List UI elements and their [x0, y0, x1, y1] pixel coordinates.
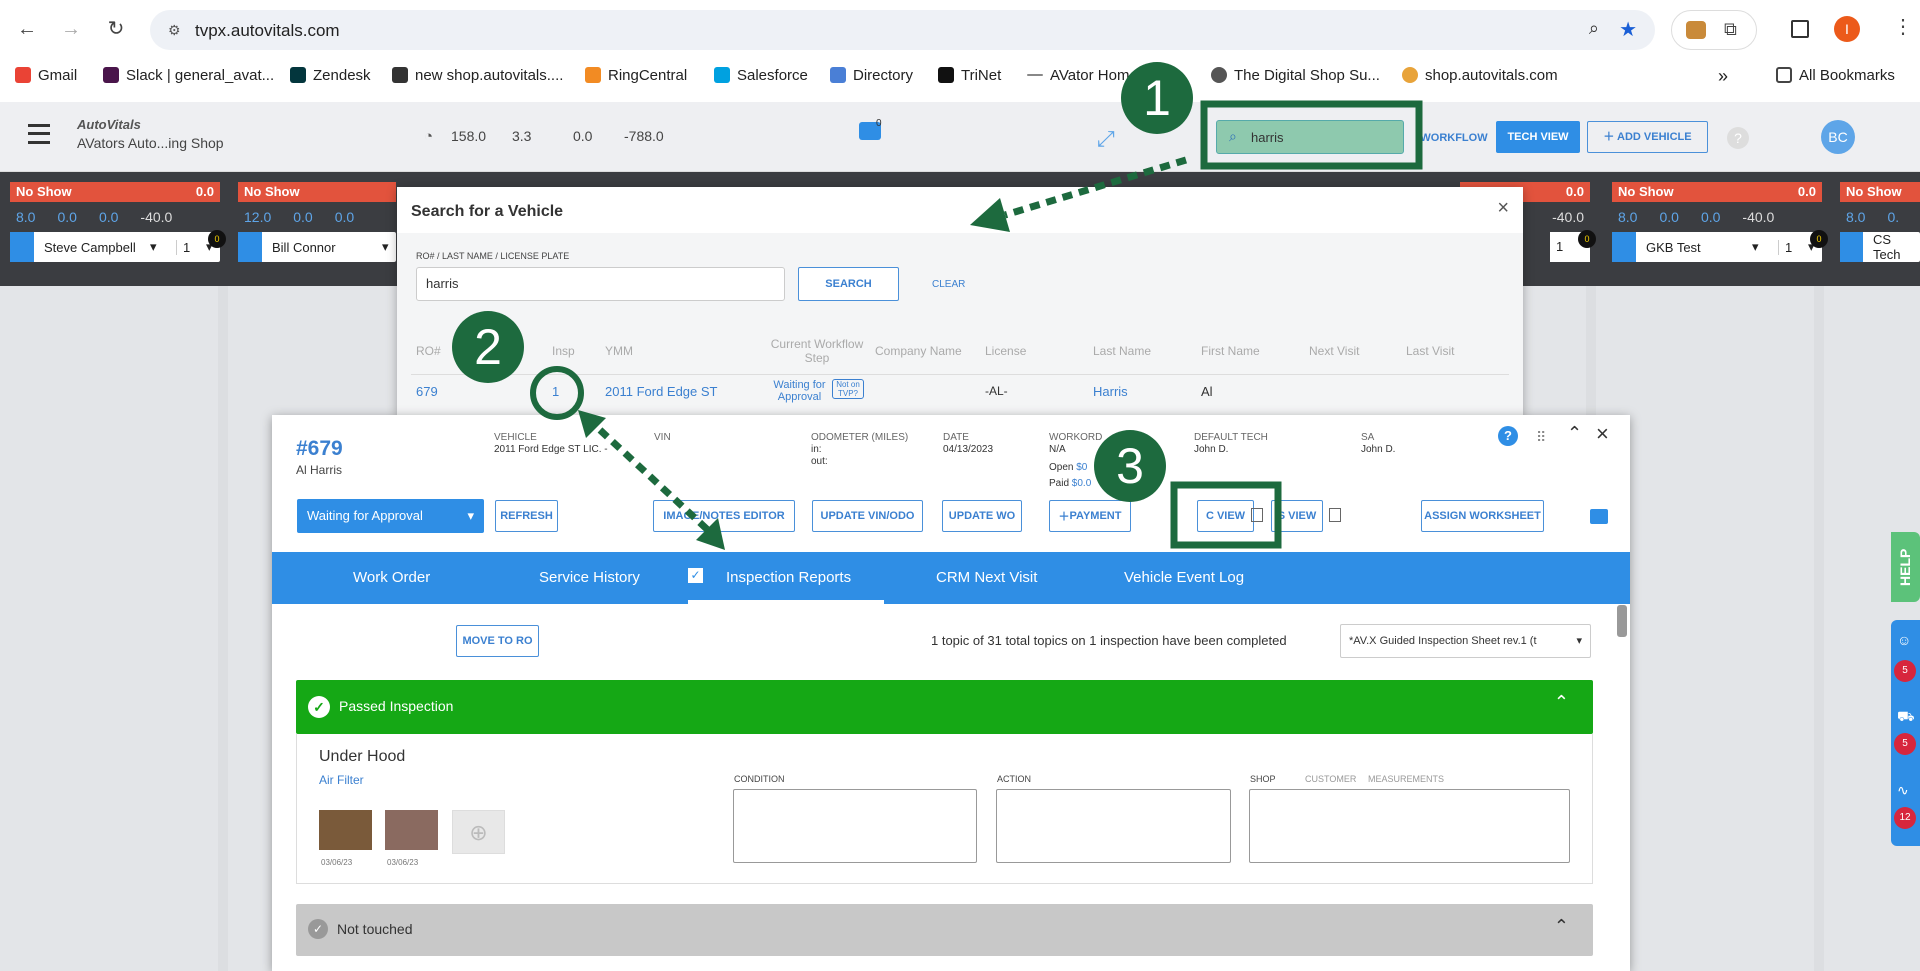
arrowhead [970, 198, 1010, 232]
annotation-overlay [530, 100, 1423, 550]
step-badge-1: 1 [1121, 62, 1193, 134]
arrow-line [597, 427, 713, 535]
step-badge-3: 3 [1094, 430, 1166, 502]
arrow-line [1003, 156, 1188, 219]
highlight-box-cview [1170, 481, 1282, 549]
highlight-circle-insp [530, 366, 584, 420]
step-badge-2: 2 [452, 311, 524, 383]
highlight-box-search [1200, 100, 1423, 170]
